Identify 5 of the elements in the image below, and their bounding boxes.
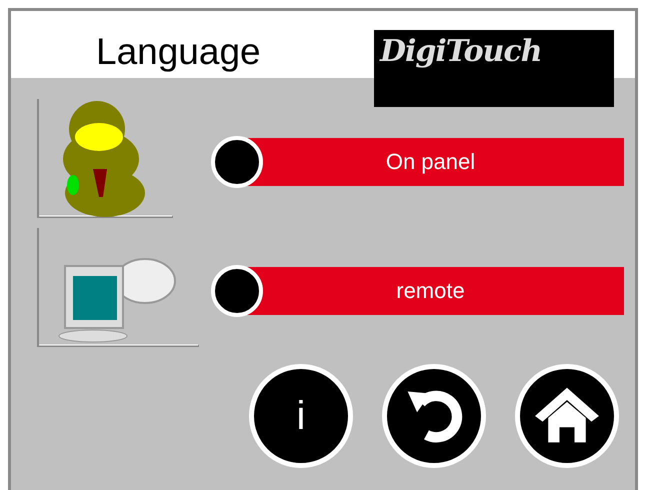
computer-dish-icon: [35, 226, 200, 348]
person-icon: [35, 97, 175, 219]
info-button[interactable]: i: [249, 364, 353, 468]
screen-title: Language: [96, 31, 262, 73]
logo: DigiTouch: [374, 30, 614, 107]
